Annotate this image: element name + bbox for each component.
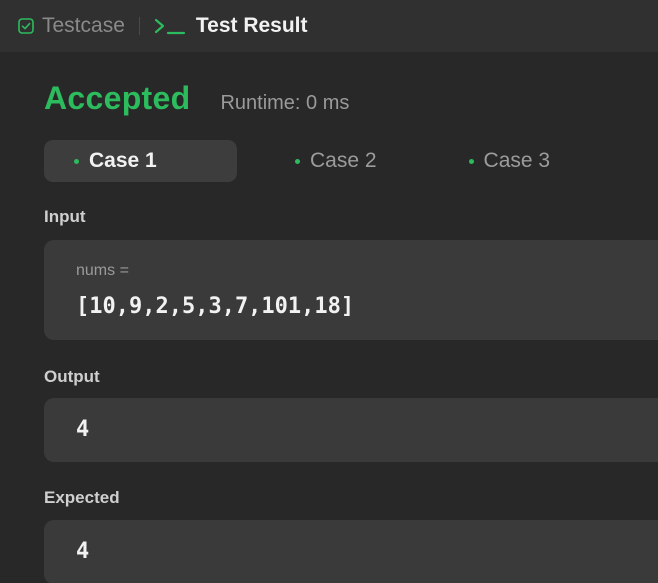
input-label: Input	[44, 207, 86, 226]
output-box: 4	[44, 398, 658, 462]
expected-box: 4	[44, 520, 658, 583]
result-status: Accepted	[44, 80, 191, 116]
tab-testcase[interactable]: Testcase	[0, 0, 125, 52]
param-name: nums =	[76, 262, 129, 279]
expected-value: 4	[76, 539, 90, 564]
dot-icon	[74, 158, 79, 164]
tab-test-result-label: Test Result	[195, 14, 308, 37]
tab-divider	[138, 17, 140, 35]
checkbox-icon	[18, 18, 34, 34]
dot-icon	[295, 158, 300, 164]
case-tab-2[interactable]: Case 2	[267, 140, 397, 182]
dot-icon	[468, 158, 474, 164]
case-tab-3[interactable]: Case 3	[441, 140, 571, 182]
runtime-text: Runtime: 0 ms	[220, 92, 350, 114]
case-tab-label: Case 1	[89, 149, 157, 172]
tab-test-result[interactable]: Test Result	[154, 0, 308, 52]
panel-tab-bar: Testcase Test Result	[0, 0, 658, 52]
output-value: 4	[76, 417, 90, 442]
result-summary: Accepted Runtime: 0 ms	[44, 80, 349, 117]
param-value: [10,9,2,5,3,7,101,18]	[76, 294, 355, 319]
expected-label: Expected	[44, 488, 120, 507]
case-tabs: Case 1 Case 2 Case 3	[44, 140, 570, 182]
case-tab-1[interactable]: Case 1	[44, 140, 237, 182]
terminal-prompt-icon	[154, 17, 186, 35]
input-box: nums = [10,9,2,5,3,7,101,18]	[44, 240, 658, 340]
case-tab-label: Case 2	[310, 149, 377, 172]
test-result-panel: Testcase Test Result Accepted Runtime: 0…	[0, 0, 658, 583]
tab-testcase-label: Testcase	[42, 14, 125, 37]
case-tab-label: Case 3	[483, 149, 551, 172]
output-label: Output	[44, 367, 100, 386]
